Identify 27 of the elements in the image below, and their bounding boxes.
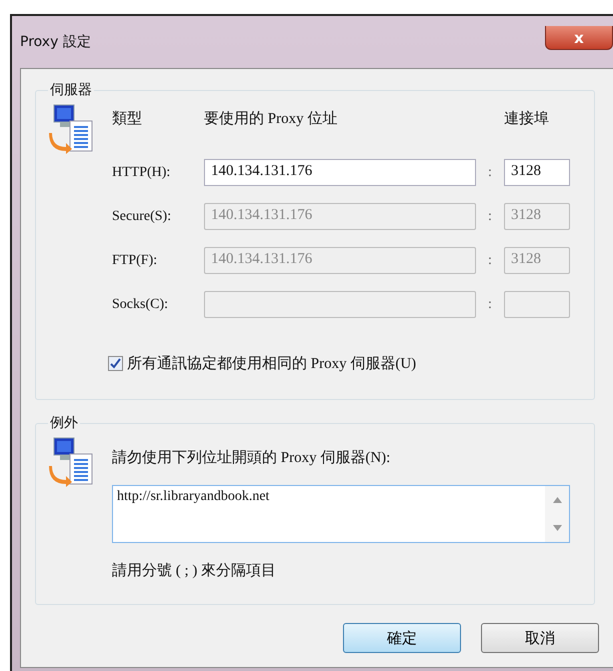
group-title: 伺服器 (49, 82, 93, 99)
column-header: 類型 (112, 110, 143, 128)
protocol-label: HTTP(H): (112, 164, 172, 180)
checkbox[interactable] (108, 356, 123, 371)
dialog-button[interactable]: 確定 (343, 623, 461, 653)
protocol-label: FTP(F): (112, 252, 158, 268)
same-proxy-checkbox[interactable]: 所有通訊協定都使用相同的 Proxy 伺服器(U) (108, 354, 582, 373)
separator-text: : (487, 208, 493, 224)
scroll-up-icon[interactable] (552, 497, 562, 503)
window-title: Proxy 設定 (20, 33, 91, 51)
close-button[interactable]: x (545, 26, 613, 50)
scrollbar[interactable] (545, 486, 569, 542)
separator-text: : (487, 252, 493, 268)
protocol-label: Socks(C): (112, 296, 169, 312)
column-header: 連接埠 (504, 110, 550, 128)
address-field[interactable]: 140.134.131.176 (204, 159, 476, 186)
group-title: 例外 (49, 414, 79, 432)
protocol-label: Secure(S): (112, 208, 172, 224)
exceptions-field[interactable]: http://sr.libraryandbook.net (112, 485, 570, 543)
column-header: 要使用的 Proxy 位址 (204, 110, 338, 128)
dialog-button[interactable]: 取消 (481, 623, 599, 653)
port-field[interactable]: 3128 (504, 159, 570, 186)
separator-text: : (487, 296, 493, 312)
hint-text: 請用分號 ( ; ) 來分隔項目 (112, 562, 278, 580)
scroll-down-icon[interactable] (552, 525, 562, 531)
separator-text: : (487, 164, 493, 180)
exceptions-prompt: 請勿使用下列位址開頭的 Proxy 伺服器(N): (112, 448, 392, 467)
